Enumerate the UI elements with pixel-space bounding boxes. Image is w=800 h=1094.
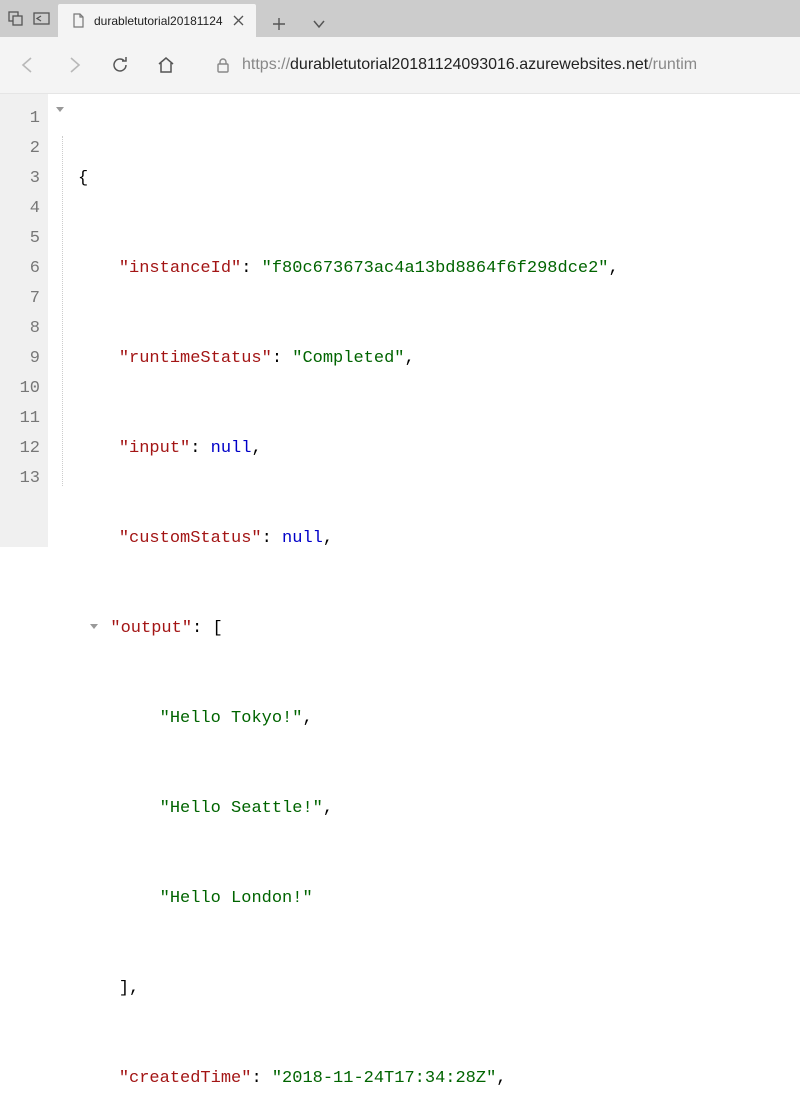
line-number: 8 [0, 314, 40, 344]
json-viewer: 1 2 3 4 5 6 7 8 9 10 11 12 13 { "instanc… [0, 94, 800, 547]
line-number: 13 [0, 464, 40, 494]
line-number: 10 [0, 374, 40, 404]
line-number: 2 [0, 134, 40, 164]
fold-toggle-icon[interactable] [54, 104, 66, 116]
line-number: 12 [0, 434, 40, 464]
line-number: 5 [0, 224, 40, 254]
browser-toolbar: https://durabletutorial20181124093016.az… [0, 37, 800, 94]
close-tab-button[interactable] [231, 13, 246, 28]
tab-dropdown-button[interactable] [306, 13, 332, 35]
cascade-windows-icon[interactable] [8, 11, 23, 26]
lock-icon [216, 57, 230, 74]
fold-guide [62, 136, 63, 486]
forward-button[interactable] [60, 51, 88, 79]
url-protocol: https:// [242, 56, 290, 73]
set-aside-tabs-icon[interactable] [33, 12, 50, 25]
window-title-bar: durabletutorial20181124 [0, 0, 800, 37]
line-number: 11 [0, 404, 40, 434]
document-icon [70, 13, 86, 29]
code-content: { "instanceId": "f80c673673ac4a13bd8864f… [78, 94, 619, 547]
tab-actions [266, 11, 332, 37]
line-number-gutter: 1 2 3 4 5 6 7 8 9 10 11 12 13 [0, 94, 48, 547]
home-button[interactable] [152, 51, 180, 79]
line-number: 7 [0, 284, 40, 314]
new-tab-button[interactable] [266, 11, 292, 37]
tab-title: durabletutorial20181124 [94, 14, 223, 28]
url-text: https://durabletutorial20181124093016.az… [242, 56, 697, 74]
url-path: /runtim [648, 56, 697, 73]
address-bar[interactable]: https://durabletutorial20181124093016.az… [216, 56, 786, 74]
window-controls-left [0, 0, 58, 37]
back-button[interactable] [14, 51, 42, 79]
line-number: 1 [0, 104, 40, 134]
line-number: 3 [0, 164, 40, 194]
tabs-strip: durabletutorial20181124 [58, 0, 800, 37]
line-number: 9 [0, 344, 40, 374]
url-host: durabletutorial20181124093016.azurewebsi… [290, 56, 648, 73]
fold-gutter [48, 94, 78, 547]
refresh-button[interactable] [106, 51, 134, 79]
line-number: 6 [0, 254, 40, 284]
line-number: 4 [0, 194, 40, 224]
browser-tab-active[interactable]: durabletutorial20181124 [58, 4, 256, 37]
